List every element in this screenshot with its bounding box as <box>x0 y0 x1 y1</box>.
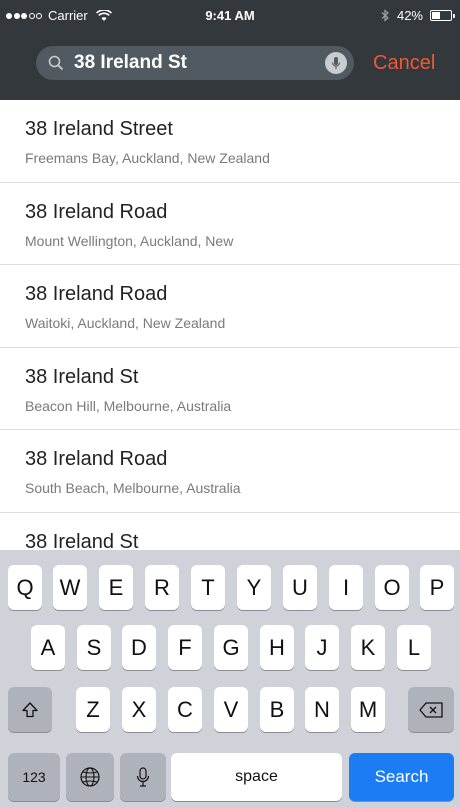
key-x[interactable]: X <box>122 687 156 732</box>
search-key[interactable]: Search <box>349 753 454 801</box>
shift-icon <box>22 701 38 717</box>
status-bar: Carrier 9:41 AM 42% <box>0 0 460 34</box>
key-u[interactable]: U <box>283 565 317 610</box>
key-s[interactable]: S <box>77 625 111 670</box>
search-input[interactable] <box>74 46 314 80</box>
cancel-button[interactable]: Cancel <box>373 52 435 75</box>
result-subtitle: Freemans Bay, Auckland, New Zealand <box>25 150 270 166</box>
numbers-key[interactable]: 123 <box>8 753 60 801</box>
result-item[interactable]: 38 Ireland St Beacon Hill, Melbourne, Au… <box>0 348 460 430</box>
key-p[interactable]: P <box>420 565 454 610</box>
key-n[interactable]: N <box>305 687 339 732</box>
result-subtitle: South Beach, Melbourne, Australia <box>25 480 241 496</box>
key-l[interactable]: L <box>397 625 431 670</box>
space-key[interactable]: space <box>171 753 342 801</box>
dictation-key[interactable] <box>120 753 166 801</box>
result-subtitle: Mount Wellington, Auckland, New <box>25 232 234 249</box>
backspace-icon <box>419 701 443 718</box>
microphone-icon <box>331 57 341 69</box>
result-title: 38 Ireland Street <box>25 118 173 140</box>
result-item[interactable]: 38 Ireland St <box>0 513 460 551</box>
key-k[interactable]: K <box>351 625 385 670</box>
result-item[interactable]: 38 Ireland Road South Beach, Melbourne, … <box>0 430 460 513</box>
key-m[interactable]: M <box>351 687 385 732</box>
microphone-icon <box>136 767 150 787</box>
key-g[interactable]: G <box>214 625 248 670</box>
result-item[interactable]: 38 Ireland Street Freemans Bay, Auckland… <box>0 100 460 183</box>
key-z[interactable]: Z <box>76 687 110 732</box>
results-list: 38 Ireland Street Freemans Bay, Auckland… <box>0 100 460 550</box>
key-b[interactable]: B <box>260 687 294 732</box>
key-w[interactable]: W <box>53 565 87 610</box>
key-i[interactable]: I <box>329 565 363 610</box>
search-field[interactable] <box>36 46 354 80</box>
search-icon <box>48 55 64 71</box>
key-t[interactable]: T <box>191 565 225 610</box>
shift-key[interactable] <box>8 687 52 732</box>
battery-percent: 42% <box>396 8 423 23</box>
key-c[interactable]: C <box>168 687 202 732</box>
result-item[interactable]: 38 Ireland Road Mount Wellington, Auckla… <box>0 183 460 265</box>
result-title: 38 Ireland Road <box>25 283 168 305</box>
key-y[interactable]: Y <box>237 565 271 610</box>
globe-key[interactable] <box>66 753 114 801</box>
key-h[interactable]: H <box>260 625 294 670</box>
battery-icon <box>430 10 455 21</box>
key-d[interactable]: D <box>122 625 156 670</box>
key-o[interactable]: O <box>375 565 409 610</box>
key-q[interactable]: Q <box>8 565 42 610</box>
dictation-button[interactable] <box>325 52 347 74</box>
status-right: 42% <box>380 8 455 23</box>
backspace-key[interactable] <box>408 687 454 732</box>
key-e[interactable]: E <box>99 565 133 610</box>
result-subtitle: Beacon Hill, Melbourne, Australia <box>25 397 232 414</box>
bluetooth-icon <box>381 9 389 22</box>
result-title: 38 Ireland Road <box>25 200 168 223</box>
key-j[interactable]: J <box>305 625 339 670</box>
result-title: 38 Ireland St <box>25 530 139 551</box>
keyboard: Q W E R T Y U I O P A S D F G H J K L Z … <box>0 550 460 808</box>
globe-icon <box>80 767 100 787</box>
result-title: 38 Ireland St <box>25 365 139 388</box>
header: Carrier 9:41 AM 42% 38 Ireland St Cancel <box>0 0 460 100</box>
key-v[interactable]: V <box>214 687 248 732</box>
result-title: 38 Ireland Road <box>25 448 168 470</box>
result-subtitle: Waitoki, Auckland, New Zealand <box>25 315 226 331</box>
key-r[interactable]: R <box>145 565 179 610</box>
key-a[interactable]: A <box>31 625 65 670</box>
key-f[interactable]: F <box>168 625 202 670</box>
result-item[interactable]: 38 Ireland Road Waitoki, Auckland, New Z… <box>0 265 460 348</box>
